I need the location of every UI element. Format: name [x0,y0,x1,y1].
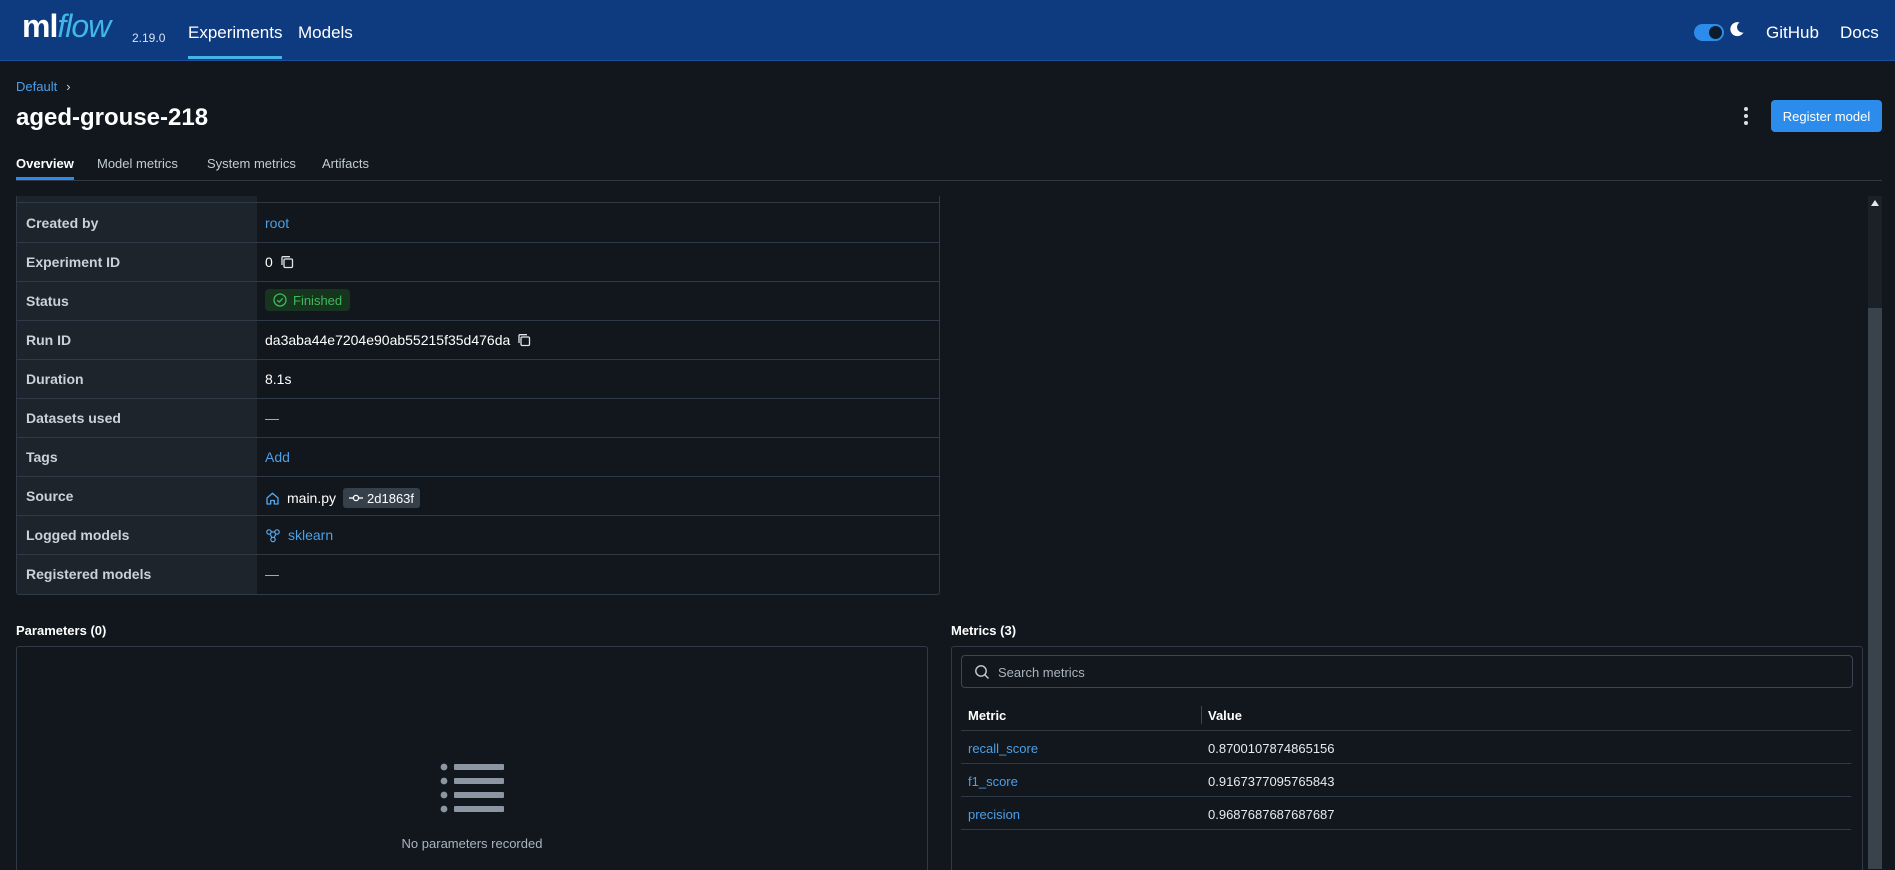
commit-badge[interactable]: 2d1863f [343,488,421,508]
datasets-used-value: — [265,410,279,426]
detail-row-run-id: Run ID da3aba44e7204e90ab55215f35d476da [17,320,939,360]
list-empty-icon [440,763,504,813]
copy-icon[interactable] [280,255,294,269]
column-header-metric[interactable]: Metric [968,708,1006,723]
scrollbar-thumb[interactable] [1868,308,1882,869]
table-row: precision 0.9687687687687687 [961,797,1851,830]
detail-row-tags: Tags Add [17,437,939,477]
search-metrics-input[interactable] [996,660,1840,684]
detail-row-created-by: Created by root [17,203,939,243]
created-by-link[interactable]: root [265,215,289,231]
duration-value: 8.1s [265,371,292,387]
metric-value: 0.8700107874865156 [1208,741,1335,756]
scroll-up-arrow-icon[interactable] [1871,200,1879,206]
detail-label: Experiment ID [26,254,121,270]
detail-row-duration: Duration 8.1s [17,359,939,399]
details-partial-row [17,196,939,203]
metric-name-link[interactable]: recall_score [968,741,1038,756]
status-text: Finished [293,292,343,308]
detail-label: Run ID [26,332,72,348]
add-tag-link[interactable]: Add [265,449,290,465]
metric-name-link[interactable]: f1_score [968,774,1018,789]
tab-artifacts[interactable]: Artifacts [322,156,369,171]
metric-value: 0.9167377095765843 [1208,774,1335,789]
home-icon [266,492,279,505]
detail-row-source: Source main.py 2d1863f [17,476,939,516]
dark-mode-toggle[interactable] [1694,24,1724,41]
breadcrumb: Default › [16,79,71,94]
breadcrumb-separator: › [66,79,71,94]
metrics-search-box [961,655,1853,688]
metrics-title: Metrics (3) [951,623,1017,638]
parameters-panel: No parameters recorded [16,646,928,870]
detail-label: Logged models [26,527,130,543]
check-circle-icon [273,293,287,307]
table-row: recall_score 0.8700107874865156 [961,731,1851,764]
metric-value: 0.9687687687687687 [1208,807,1335,822]
docs-link[interactable]: Docs [1840,23,1879,43]
detail-row-datasets-used: Datasets used — [17,398,939,438]
metrics-table-header: Metric Value [961,699,1851,731]
empty-state-text: No parameters recorded [401,836,543,851]
tabs-divider [16,180,1882,181]
experiment-id-value: 0 [265,254,273,270]
column-divider [1201,706,1202,724]
top-navigation-bar: ml flow 2.19.0 Experiments Models GitHub… [0,0,1895,61]
detail-label: Source [26,488,74,504]
column-header-value[interactable]: Value [1208,708,1242,723]
detail-label: Created by [26,215,99,231]
tab-model-metrics[interactable]: Model metrics [97,156,178,171]
commit-hash: 2d1863f [367,490,415,506]
detail-label: Datasets used [26,410,121,426]
logo-ml-text: ml [22,8,58,44]
copy-icon[interactable] [517,333,531,347]
more-options-icon[interactable] [1738,105,1754,127]
nav-experiments[interactable]: Experiments [188,23,283,59]
detail-label: Duration [26,371,84,387]
tab-system-metrics[interactable]: System metrics [207,156,296,171]
run-details-table: Created by root Experiment ID 0 Status F… [16,196,940,595]
run-id-value: da3aba44e7204e90ab55215f35d476da [265,332,511,348]
search-icon [975,665,989,679]
detail-label: Status [26,293,69,309]
registered-models-value: — [265,566,279,582]
metric-name-link[interactable]: precision [968,807,1020,822]
git-commit-icon [349,494,364,502]
detail-row-registered-models: Registered models — [17,554,939,593]
version-label: 2.19.0 [132,31,166,45]
source-file-link[interactable]: main.py [287,490,336,506]
github-link[interactable]: GitHub [1766,23,1819,43]
nav-models[interactable]: Models [298,23,353,43]
table-row: f1_score 0.9167377095765843 [961,764,1851,797]
metrics-panel: Metric Value recall_score 0.870010787486… [951,646,1863,870]
page-title: aged-grouse-218 [16,104,209,131]
tab-overview[interactable]: Overview [16,156,74,180]
breadcrumb-experiment-link[interactable]: Default [16,79,57,94]
detail-row-status: Status Finished [17,281,939,321]
detail-row-logged-models: Logged models sklearn [17,515,939,555]
detail-label: Tags [26,449,58,465]
page-scrollbar[interactable] [1868,196,1882,869]
model-icon [266,528,280,542]
status-badge: Finished [265,289,351,311]
detail-row-experiment-id: Experiment ID 0 [17,242,939,282]
mlflow-logo[interactable]: ml flow [22,8,111,52]
parameters-title: Parameters (0) [16,623,107,638]
logo-flow-text: flow [57,8,111,44]
moon-icon [1730,22,1744,37]
detail-label: Registered models [26,566,152,582]
register-model-button[interactable]: Register model [1771,100,1882,132]
logged-model-link[interactable]: sklearn [288,527,333,543]
